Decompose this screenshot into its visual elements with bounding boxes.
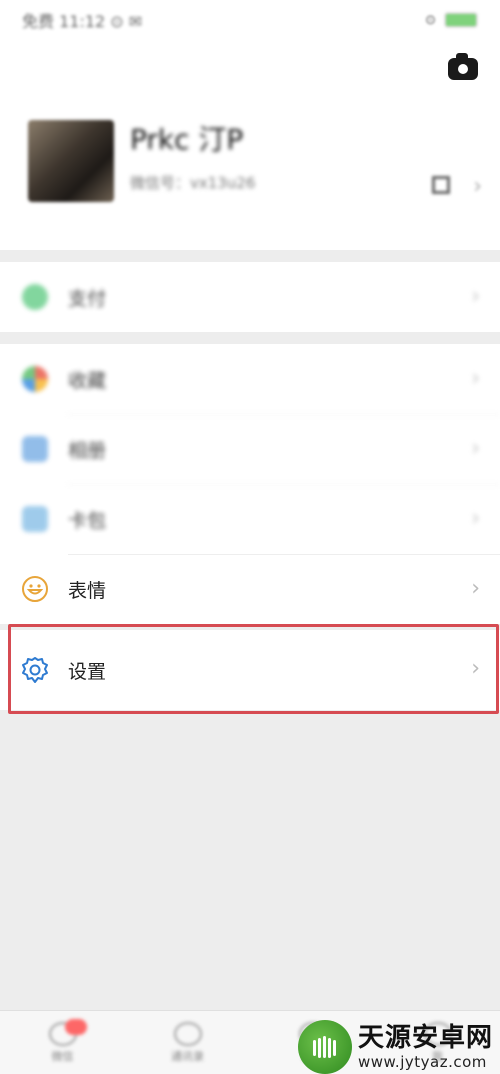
menu-item-label: 卡包 (68, 509, 107, 532)
pay-group: 支付 › (0, 262, 500, 332)
watermark: 天源安卓网 www.jytyaz.com (298, 1020, 498, 1074)
camera-icon[interactable] (448, 53, 478, 80)
tab-label: 通讯录 (171, 1049, 204, 1063)
gear-icon (20, 655, 50, 685)
profile-wechat-id: 微信号：vx13u26 (130, 174, 256, 192)
android-logo-icon (298, 1020, 352, 1074)
tab-chats[interactable]: 微信 (33, 1015, 93, 1071)
status-bar: 免费 11:12 ⊙ ✉ ⊙ (0, 0, 500, 40)
tab-label: 微信 (51, 1049, 74, 1063)
smiley-icon (20, 574, 50, 604)
menu-item-stickers[interactable]: 表情 › (0, 554, 500, 624)
menu-item-settings[interactable]: 设置 › (0, 630, 500, 710)
contacts-icon (173, 1021, 202, 1046)
signal-icon: ⊙ (425, 12, 436, 28)
cards-icon (20, 504, 50, 534)
status-bar-left: 免费 11:12 ⊙ ✉ (22, 12, 143, 31)
settings-group: 设置 › (0, 630, 500, 710)
favorites-icon (20, 364, 50, 394)
menu-item-favorites[interactable]: 收藏 › (0, 344, 500, 414)
profile-nickname: Prkc 汀P (130, 123, 244, 156)
unread-badge (64, 1018, 87, 1035)
chevron-right-icon: › (471, 576, 480, 601)
pay-icon (20, 282, 50, 312)
menu-item-label: 表情 (68, 579, 107, 602)
menu-item-album[interactable]: 相册 › (0, 414, 500, 484)
chevron-right-icon: › (471, 656, 480, 681)
menu-item-cards[interactable]: 卡包 › (0, 484, 500, 554)
chevron-right-icon: › (471, 284, 480, 309)
main-menu-group: 收藏 › 相册 › 卡包 › 表情 › (0, 344, 500, 624)
chevron-right-icon: › (473, 174, 482, 199)
menu-item-label: 收藏 (68, 369, 107, 392)
status-bar-right: ⊙ (425, 12, 478, 28)
battery-icon (444, 12, 478, 28)
menu-item-pay[interactable]: 支付 › (0, 262, 500, 332)
chevron-right-icon: › (471, 436, 480, 461)
tab-contacts[interactable]: 通讯录 (158, 1015, 218, 1071)
qr-code-icon[interactable] (432, 176, 450, 194)
chevron-right-icon: › (471, 506, 480, 531)
chevron-right-icon: › (471, 366, 480, 391)
menu-item-label: 相册 (68, 439, 107, 462)
watermark-title: 天源安卓网 (358, 1023, 494, 1053)
watermark-url: www.jytyaz.com (358, 1053, 487, 1071)
menu-item-label: 支付 (68, 287, 107, 310)
profile-header[interactable]: Prkc 汀P 微信号：vx13u26 › (0, 40, 500, 250)
avatar[interactable] (28, 120, 114, 202)
menu-item-label: 设置 (68, 660, 107, 683)
album-icon (20, 434, 50, 464)
